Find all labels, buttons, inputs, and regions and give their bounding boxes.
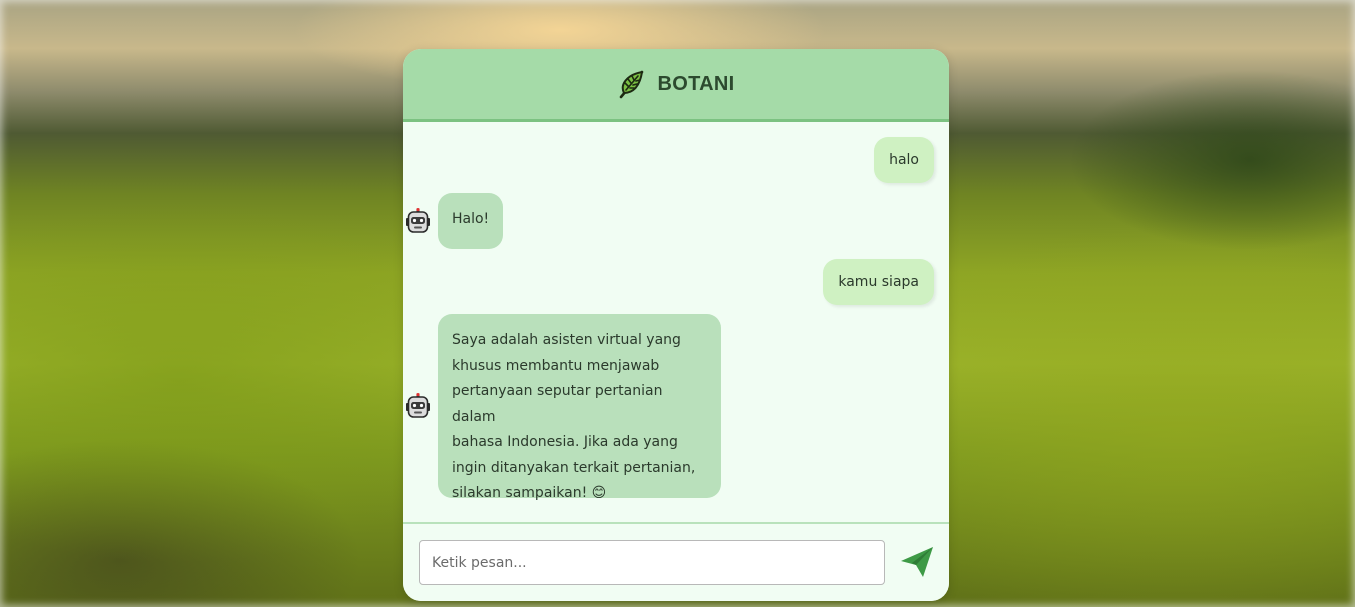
send-button[interactable] [899,544,935,580]
bot-message-line: silakan sampaikan! 😊 [452,485,607,501]
bot-message-line: Saya adalah asisten virtual yang [452,332,681,348]
robot-icon [405,208,431,234]
app-title: BOTANI [657,72,735,95]
message-composer [403,524,949,601]
chat-header: BOTANI [403,49,949,122]
robot-icon [405,393,431,419]
message-list: halo Halo! kamu siapa Saya adalah asiste… [403,122,949,522]
leaf-icon [618,69,646,99]
bot-message: Halo! [438,193,504,249]
bot-message-line: khusus membantu menjawab [452,357,660,374]
bot-message-text: Halo! [452,211,490,227]
bot-message-line: ingin ditanyakan terkait pertanian, [452,459,696,476]
bot-message-line: pertanyaan seputar pertanian dalam [452,383,663,425]
bot-message-line: bahasa Indonesia. Jika ada yang [452,434,678,450]
bot-message: Saya adalah asisten virtual yang khusus … [438,314,721,501]
send-icon [899,547,935,583]
message-input[interactable] [419,540,885,585]
chat-window: BOTANI halo Halo! kamu siapa Saya adalah… [403,49,949,601]
user-message: halo [874,137,934,183]
user-message: kamu siapa [823,259,934,305]
